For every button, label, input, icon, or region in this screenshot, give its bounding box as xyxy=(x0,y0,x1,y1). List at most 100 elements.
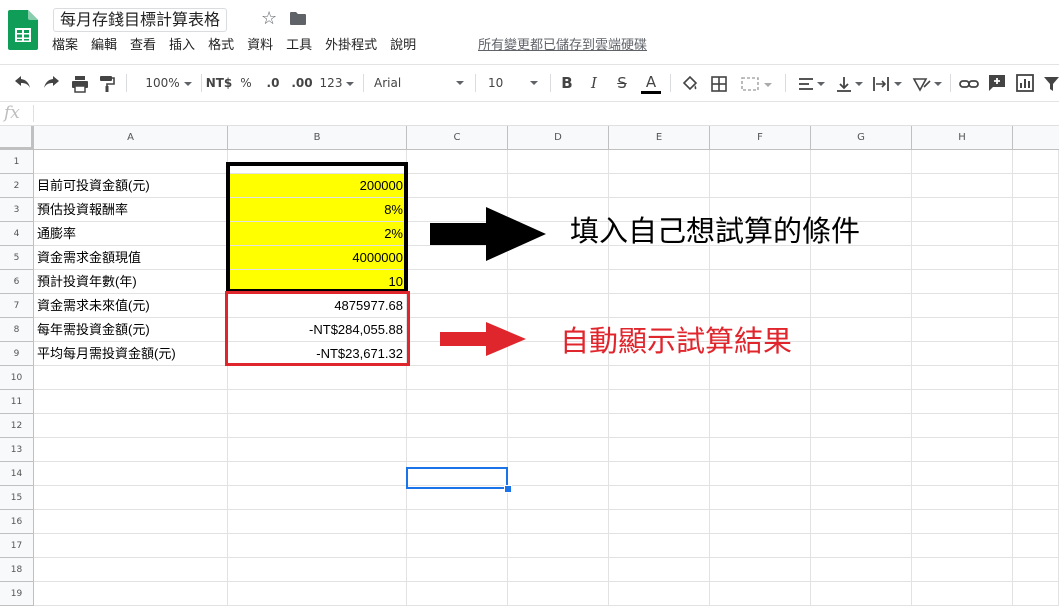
cell[interactable] xyxy=(811,270,912,294)
cell[interactable] xyxy=(1013,534,1059,558)
row-header[interactable]: 4 xyxy=(0,222,34,246)
cell[interactable] xyxy=(710,366,811,390)
row-header[interactable]: 9 xyxy=(0,342,34,366)
cell[interactable] xyxy=(508,438,609,462)
cell[interactable] xyxy=(912,486,1013,510)
cell[interactable] xyxy=(1013,582,1059,606)
row-header[interactable]: 15 xyxy=(0,486,34,510)
cell[interactable] xyxy=(811,174,912,198)
cell[interactable] xyxy=(508,534,609,558)
cell[interactable] xyxy=(609,174,710,198)
cell[interactable] xyxy=(1013,390,1059,414)
cell[interactable] xyxy=(912,294,1013,318)
cell[interactable] xyxy=(1013,150,1059,174)
cell[interactable] xyxy=(811,510,912,534)
cell[interactable] xyxy=(609,294,710,318)
cell[interactable] xyxy=(508,414,609,438)
menu-edit[interactable]: 編輯 xyxy=(91,37,117,55)
cell[interactable] xyxy=(710,582,811,606)
fill-color-icon[interactable] xyxy=(681,75,699,93)
cell[interactable] xyxy=(407,558,508,582)
horizontal-align-icon[interactable] xyxy=(797,75,827,93)
cell[interactable] xyxy=(811,582,912,606)
row-header[interactable]: 2 xyxy=(0,174,34,198)
cell[interactable] xyxy=(508,390,609,414)
cell[interactable] xyxy=(912,438,1013,462)
cell[interactable] xyxy=(407,294,508,318)
row-header[interactable]: 13 xyxy=(0,438,34,462)
print-icon[interactable] xyxy=(71,75,89,93)
percent-format-button[interactable]: % xyxy=(237,73,255,93)
label-cell[interactable]: 目前可投資金額(元) xyxy=(34,174,228,198)
label-cell[interactable]: 每年需投資金額(元) xyxy=(34,318,228,342)
cell[interactable] xyxy=(34,510,228,534)
cell[interactable] xyxy=(710,510,811,534)
cell[interactable] xyxy=(811,150,912,174)
column-header-a[interactable]: A xyxy=(34,126,228,149)
star-icon[interactable]: ☆ xyxy=(261,8,277,30)
cell[interactable] xyxy=(508,510,609,534)
cell[interactable] xyxy=(34,438,228,462)
cell[interactable] xyxy=(407,390,508,414)
borders-icon[interactable] xyxy=(710,75,728,93)
label-cell[interactable]: 資金需求金額現值 xyxy=(34,246,228,270)
cell[interactable] xyxy=(508,486,609,510)
cell[interactable] xyxy=(912,414,1013,438)
cell[interactable] xyxy=(407,510,508,534)
cell[interactable] xyxy=(1013,294,1059,318)
decrease-decimal-button[interactable]: .0 xyxy=(262,73,284,93)
redo-icon[interactable] xyxy=(42,76,60,92)
menu-tools[interactable]: 工具 xyxy=(286,37,312,55)
cell[interactable] xyxy=(609,534,710,558)
cell[interactable] xyxy=(508,174,609,198)
row-header[interactable]: 16 xyxy=(0,510,34,534)
cell[interactable] xyxy=(710,486,811,510)
cell[interactable] xyxy=(1013,558,1059,582)
cell[interactable] xyxy=(912,150,1013,174)
cell[interactable] xyxy=(508,462,609,486)
cell[interactable] xyxy=(1013,222,1059,246)
font-size-select[interactable]: 10 xyxy=(488,73,542,93)
row-header[interactable]: 14 xyxy=(0,462,34,486)
cell[interactable] xyxy=(811,534,912,558)
menu-insert[interactable]: 插入 xyxy=(169,37,195,55)
font-select[interactable]: Arial xyxy=(374,73,468,93)
cell[interactable] xyxy=(1013,510,1059,534)
document-title[interactable]: 每月存錢目標計算表格 xyxy=(53,8,228,32)
cell[interactable] xyxy=(609,414,710,438)
increase-decimal-button[interactable]: .00 xyxy=(288,73,316,93)
menu-view[interactable]: 查看 xyxy=(130,37,156,55)
more-formats-button[interactable]: 123 xyxy=(319,73,355,93)
cell[interactable] xyxy=(912,246,1013,270)
menu-format[interactable]: 格式 xyxy=(208,37,234,55)
cell[interactable] xyxy=(407,582,508,606)
cell[interactable] xyxy=(912,462,1013,486)
cell[interactable] xyxy=(1013,342,1059,366)
cell[interactable] xyxy=(912,198,1013,222)
cell[interactable] xyxy=(609,390,710,414)
cell[interactable] xyxy=(710,390,811,414)
cell[interactable] xyxy=(228,486,407,510)
cell[interactable] xyxy=(710,270,811,294)
cell[interactable] xyxy=(34,534,228,558)
cell[interactable] xyxy=(508,294,609,318)
label-cell[interactable]: 通膨率 xyxy=(34,222,228,246)
cell[interactable] xyxy=(228,366,407,390)
cell[interactable] xyxy=(811,486,912,510)
cell[interactable] xyxy=(228,390,407,414)
cell[interactable] xyxy=(710,294,811,318)
cell[interactable] xyxy=(407,270,508,294)
cell[interactable] xyxy=(1013,174,1059,198)
cell[interactable] xyxy=(609,510,710,534)
label-cell[interactable]: 平均每月需投資金額(元) xyxy=(34,342,228,366)
save-status-link[interactable]: 所有變更都已儲存到雲端硬碟 xyxy=(478,37,647,55)
cell[interactable] xyxy=(912,582,1013,606)
cell[interactable] xyxy=(1013,414,1059,438)
cell[interactable] xyxy=(407,486,508,510)
italic-button[interactable]: I xyxy=(585,73,603,93)
label-cell[interactable]: 資金需求未來值(元) xyxy=(34,294,228,318)
cell[interactable] xyxy=(609,486,710,510)
select-all-corner[interactable] xyxy=(0,126,34,150)
row-header[interactable]: 19 xyxy=(0,582,34,606)
cell[interactable] xyxy=(710,438,811,462)
